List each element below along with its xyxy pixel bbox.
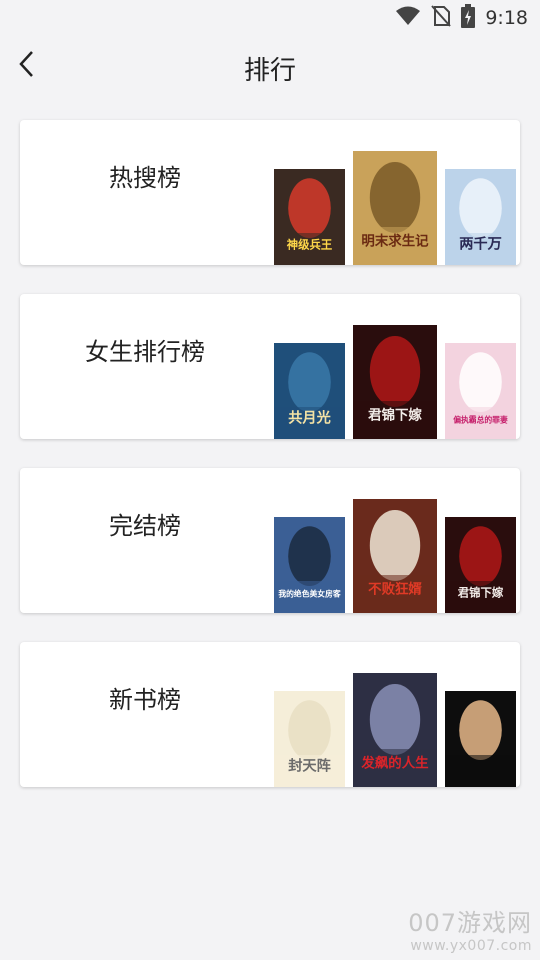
wifi-icon [395,5,421,31]
cover-title: 神级兵王 [287,238,332,252]
cover-title: 共月光 [288,409,331,427]
rank-card-title: 女生排行榜 [85,338,205,366]
cover-art: 神级兵王 [274,169,345,265]
book-cover[interactable]: 共月光 [274,343,345,439]
book-cover[interactable] [445,691,516,787]
no-sim-icon [431,5,452,31]
battery-charging-icon [461,4,476,32]
rank-card-female[interactable]: 女生排行榜 共月光 君锦下嫁 偏执霸总的罪妻 [20,294,520,439]
status-icons: 9:18 [395,4,528,32]
cover-art: 君锦下嫁 [353,325,437,439]
cover-art: 我的绝色美女房客 [274,517,345,613]
cover-art: 明末求生记 [353,151,437,265]
cover-art [445,691,516,787]
cover-title: 君锦下嫁 [367,407,422,424]
cover-title: 不败狂婿 [368,581,422,598]
book-cover[interactable]: 我的绝色美女房客 [274,517,345,613]
cover-title: 发飙的人生 [360,755,429,772]
cover-title: 我的绝色美女房客 [278,589,341,599]
cover-title: 君锦下嫁 [458,586,504,600]
rank-card-title: 新书榜 [109,686,181,714]
watermark-url: www.yx007.com [410,938,532,954]
rank-card-title: 完结榜 [109,512,181,540]
book-cover[interactable]: 明末求生记 [353,151,437,265]
rank-card-title: 热搜榜 [109,164,181,192]
cover-art: 偏执霸总的罪妻 [445,343,516,439]
site-watermark: 007游戏网 www.yx007.com [408,903,532,954]
book-cover[interactable]: 发飙的人生 [353,673,437,787]
watermark-logo: 007游戏网 [408,909,532,937]
cover-title: 封天阵 [288,757,331,775]
book-cover[interactable]: 君锦下嫁 [353,325,437,439]
book-cover[interactable]: 神级兵王 [274,169,345,265]
rank-card-new-books[interactable]: 新书榜 封天阵 发飙的人生 [20,642,520,787]
app-header: 排行 [0,36,540,96]
rank-card-completed[interactable]: 完结榜 我的绝色美女房客 不败狂婿 君锦下嫁 [20,468,520,613]
book-cover[interactable]: 偏执霸总的罪妻 [445,343,516,439]
book-cover[interactable]: 封天阵 [274,691,345,787]
page-title: 排行 [243,56,296,86]
status-bar: 9:18 [0,0,540,36]
cover-art: 封天阵 [274,691,345,787]
book-cover[interactable]: 不败狂婿 [353,499,437,613]
cover-art: 共月光 [274,343,345,439]
cover-title: 明末求生记 [361,233,429,250]
status-time: 9:18 [485,7,528,29]
book-cover[interactable]: 两千万 [445,169,516,265]
rank-card-hot-search[interactable]: 热搜榜 神级兵王 明末求生记 两千万 [20,120,520,265]
cover-art: 君锦下嫁 [445,517,516,613]
cover-art: 不败狂婿 [353,499,437,613]
cover-title: 偏执霸总的罪妻 [453,415,508,425]
book-cover[interactable]: 君锦下嫁 [445,517,516,613]
cover-art: 两千万 [445,169,516,265]
cover-art: 发飙的人生 [353,673,437,787]
cover-title: 两千万 [459,236,502,253]
